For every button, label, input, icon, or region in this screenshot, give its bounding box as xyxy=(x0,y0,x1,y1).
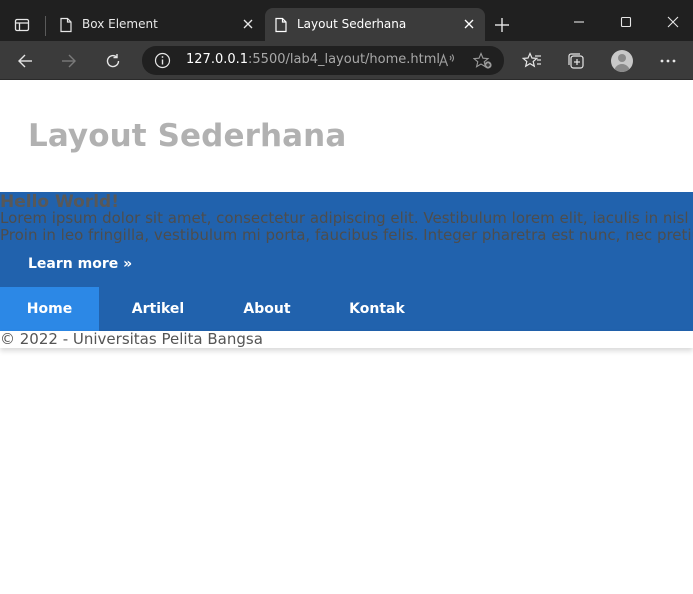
minimize-icon xyxy=(574,21,584,23)
back-button[interactable] xyxy=(12,48,38,74)
page-icon xyxy=(60,17,72,33)
tab-actions-icon xyxy=(14,18,30,32)
reload-button[interactable] xyxy=(100,48,126,74)
arrow-left-icon xyxy=(18,54,32,68)
avatar-head xyxy=(618,54,626,62)
browser-toolbar: 127.0.0.1:5500/lab4_layout/home.html xyxy=(0,41,693,80)
arrow-right-icon xyxy=(62,54,76,68)
tab-layout-sederhana[interactable]: Layout Sederhana xyxy=(265,8,485,41)
nav-item-home[interactable]: Home xyxy=(0,287,99,331)
forward-button[interactable] xyxy=(56,48,82,74)
tab-box-element[interactable]: Box Element xyxy=(50,8,264,41)
nav-item-about[interactable]: About xyxy=(228,287,306,331)
close-icon[interactable] xyxy=(240,16,256,32)
avatar-body xyxy=(614,64,630,72)
tab-separator xyxy=(45,16,46,36)
star-plus-icon[interactable] xyxy=(473,52,493,70)
address-bar[interactable]: 127.0.0.1:5500/lab4_layout/home.html xyxy=(142,46,504,75)
site-footer: © 2022 - Universitas Pelita Bangsa xyxy=(0,331,693,348)
footer-text: © 2022 - Universitas Pelita Bangsa xyxy=(0,330,263,348)
window-close-button[interactable] xyxy=(650,8,693,36)
site-title: Layout Sederhana xyxy=(28,118,347,154)
url-host: 127.0.0.1 xyxy=(186,52,249,67)
reload-icon xyxy=(106,54,120,68)
learn-more-link[interactable]: Learn more » xyxy=(28,256,132,272)
hero-text-line: Proin in leo fringilla, vestibulum mi po… xyxy=(0,226,693,244)
url-path: :5500/lab4_layout/home.html xyxy=(248,52,441,67)
tab-title: Layout Sederhana xyxy=(297,17,407,31)
tab-actions-button[interactable] xyxy=(8,12,36,38)
close-icon[interactable] xyxy=(461,16,477,32)
hero-section: Hello World! Lorem ipsum dolor sit amet,… xyxy=(0,192,693,287)
tab-title: Box Element xyxy=(82,17,158,31)
page-icon xyxy=(275,17,287,33)
hero-text-line: Lorem ipsum dolor sit amet, consectetur … xyxy=(0,209,693,227)
favorites-icon[interactable] xyxy=(522,51,542,71)
minimize-button[interactable] xyxy=(556,8,602,36)
maximize-icon xyxy=(620,16,632,28)
plus-icon[interactable] xyxy=(490,14,514,36)
read-aloud-icon[interactable] xyxy=(438,52,456,69)
nav-item-artikel[interactable]: Artikel xyxy=(112,287,204,331)
main-nav: Home Artikel About Kontak xyxy=(0,287,693,331)
close-icon xyxy=(667,16,679,28)
info-icon[interactable] xyxy=(154,52,171,69)
maximize-button[interactable] xyxy=(603,8,649,36)
url-text[interactable]: 127.0.0.1:5500/lab4_layout/home.html xyxy=(186,52,440,67)
more-icon[interactable] xyxy=(658,51,678,71)
nav-item-kontak[interactable]: Kontak xyxy=(334,287,420,331)
web-page: Layout Sederhana Hello World! Lorem ipsu… xyxy=(0,80,693,594)
collections-icon[interactable] xyxy=(566,51,586,71)
site-header: Layout Sederhana xyxy=(0,80,693,192)
avatar-icon[interactable] xyxy=(611,50,633,72)
browser-tab-bar: Box Element Layout Sederhana xyxy=(0,0,693,41)
